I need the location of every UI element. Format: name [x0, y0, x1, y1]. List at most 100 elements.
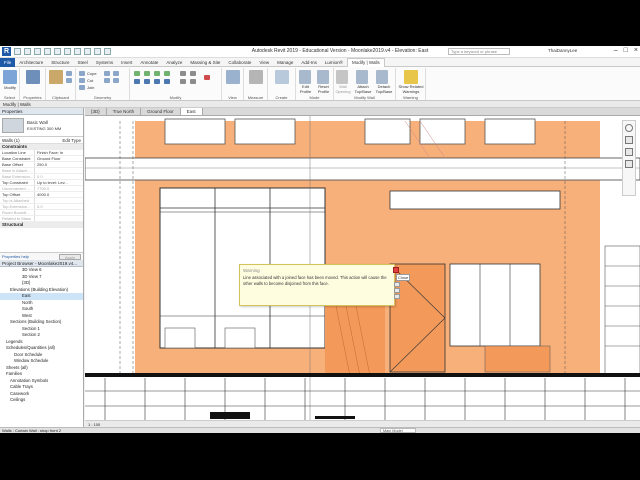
sync-icon[interactable]: [34, 48, 41, 55]
ribbon-tab[interactable]: Annotate: [136, 58, 162, 67]
upper-window-5[interactable]: [484, 118, 536, 145]
zoom-icon[interactable]: [625, 148, 633, 156]
instance-filter[interactable]: Walls (1) Edit Type: [0, 137, 83, 144]
join-icon[interactable]: [79, 85, 85, 90]
attach-icon[interactable]: [356, 70, 368, 84]
property-value[interactable]: Up to level: Lev...: [34, 180, 83, 185]
wall-opening-label[interactable]: Wall Opening: [334, 84, 352, 94]
modify-cursor-icon[interactable]: [3, 70, 17, 84]
3d-view-icon[interactable]: [94, 48, 101, 55]
view-cube-icon[interactable]: [625, 124, 633, 132]
property-value[interactable]: 250.0: [34, 162, 83, 167]
properties-icon[interactable]: [26, 70, 40, 84]
pin-icon[interactable]: [190, 79, 196, 84]
ribbon-tab[interactable]: Systems: [92, 58, 117, 67]
ribbon-tab[interactable]: Collaborate: [224, 58, 255, 67]
offset-icon[interactable]: [144, 71, 150, 76]
pan-icon[interactable]: [625, 160, 633, 168]
split-face-icon[interactable]: [113, 71, 119, 76]
cut-geometry-icon[interactable]: [79, 78, 85, 83]
array-icon[interactable]: [190, 71, 196, 76]
view-tab[interactable]: {3D}: [85, 108, 107, 115]
scale-icon[interactable]: [180, 79, 186, 84]
reset-profile-icon[interactable]: [317, 70, 329, 84]
redo-icon[interactable]: [54, 48, 61, 55]
close-icon[interactable]: ×: [634, 47, 638, 54]
maximize-icon[interactable]: □: [624, 47, 628, 54]
ribbon-tab[interactable]: Analyze: [162, 58, 186, 67]
revit-logo-icon[interactable]: R: [2, 47, 11, 56]
upper-window-3[interactable]: [364, 118, 411, 145]
undo-icon[interactable]: [44, 48, 51, 55]
user-name[interactable]: ThaiDannyLee: [548, 48, 577, 53]
delete-icon[interactable]: [204, 75, 210, 80]
right-storefront[interactable]: [449, 263, 541, 347]
warning-prev-icon[interactable]: [394, 288, 400, 293]
measure-icon[interactable]: [74, 48, 81, 55]
create-similar-icon[interactable]: [275, 70, 289, 84]
modify-button-label[interactable]: Modify: [0, 85, 20, 90]
ribbon-tab[interactable]: Add-Ins: [297, 58, 321, 67]
copy-element-icon[interactable]: [144, 79, 150, 84]
detach-label[interactable]: Detach Top/Base: [373, 84, 395, 94]
show-warnings-label[interactable]: Show Related Warnings: [396, 84, 426, 94]
floor-band[interactable]: [85, 157, 640, 181]
property-value[interactable]: 0.0: [34, 174, 83, 179]
rotate-icon[interactable]: [154, 79, 160, 84]
demolish-icon[interactable]: [113, 78, 119, 83]
upper-window-4[interactable]: [419, 118, 466, 145]
steering-wheel-icon[interactable]: [625, 136, 633, 144]
ribbon-tab[interactable]: Steel: [74, 58, 92, 67]
warning-next-icon[interactable]: [394, 294, 400, 299]
ribbon-tab[interactable]: Structure: [47, 58, 73, 67]
edit-type-button[interactable]: Edit Type: [62, 137, 81, 144]
view-tab[interactable]: Ground Floor: [141, 108, 181, 115]
measure-tool-icon[interactable]: [249, 70, 263, 84]
canopy[interactable]: [389, 190, 561, 210]
select-group-label[interactable]: Select: [0, 95, 19, 100]
search-input[interactable]: Type a keyword or phrase: [448, 48, 510, 55]
view-tab[interactable]: East: [180, 108, 203, 115]
save-icon[interactable]: [24, 48, 31, 55]
detach-icon[interactable]: [376, 70, 388, 84]
ribbon-tab[interactable]: Architecture: [15, 58, 47, 67]
warning-expand-icon[interactable]: [394, 282, 400, 287]
ribbon-tab[interactable]: Lumion®: [321, 58, 347, 67]
upper-window-1[interactable]: [164, 118, 226, 145]
upper-window-2[interactable]: [234, 118, 296, 145]
view-tab[interactable]: True North: [107, 108, 142, 115]
edit-profile-label[interactable]: Edit Profile: [296, 84, 315, 94]
cut-icon[interactable]: [66, 71, 72, 76]
trim-icon[interactable]: [164, 79, 170, 84]
ribbon-tab[interactable]: Insert: [117, 58, 136, 67]
ribbon-tab[interactable]: Massing & Site: [186, 58, 224, 67]
type-selector[interactable]: Basic Wall EXISTING 300 MM: [0, 115, 83, 137]
property-value[interactable]: [34, 198, 83, 203]
cut-label[interactable]: Cut: [87, 78, 93, 83]
property-value[interactable]: 0.0: [34, 204, 83, 209]
property-value[interactable]: [34, 210, 83, 215]
property-value[interactable]: Ground Floor: [34, 156, 83, 161]
edit-profile-icon[interactable]: [299, 70, 311, 84]
split-icon[interactable]: [180, 71, 186, 76]
browser-item[interactable]: Ceilings: [0, 397, 83, 404]
cope-label[interactable]: Cope: [87, 71, 97, 76]
paint-icon[interactable]: [104, 78, 110, 83]
property-value[interactable]: 4000.0: [34, 192, 83, 197]
text-icon[interactable]: [84, 48, 91, 55]
section-icon[interactable]: [104, 48, 111, 55]
ribbon-tab[interactable]: Modify | Walls: [346, 57, 385, 67]
cope-icon[interactable]: [79, 71, 85, 76]
property-value[interactable]: [34, 216, 83, 221]
attach-label[interactable]: Attach Top/Base: [352, 84, 374, 94]
wall-opening-icon[interactable]: [336, 70, 348, 84]
show-warnings-icon[interactable]: [404, 70, 418, 84]
print-icon[interactable]: [64, 48, 71, 55]
align-icon[interactable]: [134, 71, 140, 76]
warning-close-icon[interactable]: [393, 267, 399, 273]
property-value[interactable]: [34, 168, 83, 173]
move-icon[interactable]: [134, 79, 140, 84]
mirror-axis-icon[interactable]: [154, 71, 160, 76]
wall-joins-icon[interactable]: [104, 71, 110, 76]
open-icon[interactable]: [14, 48, 21, 55]
